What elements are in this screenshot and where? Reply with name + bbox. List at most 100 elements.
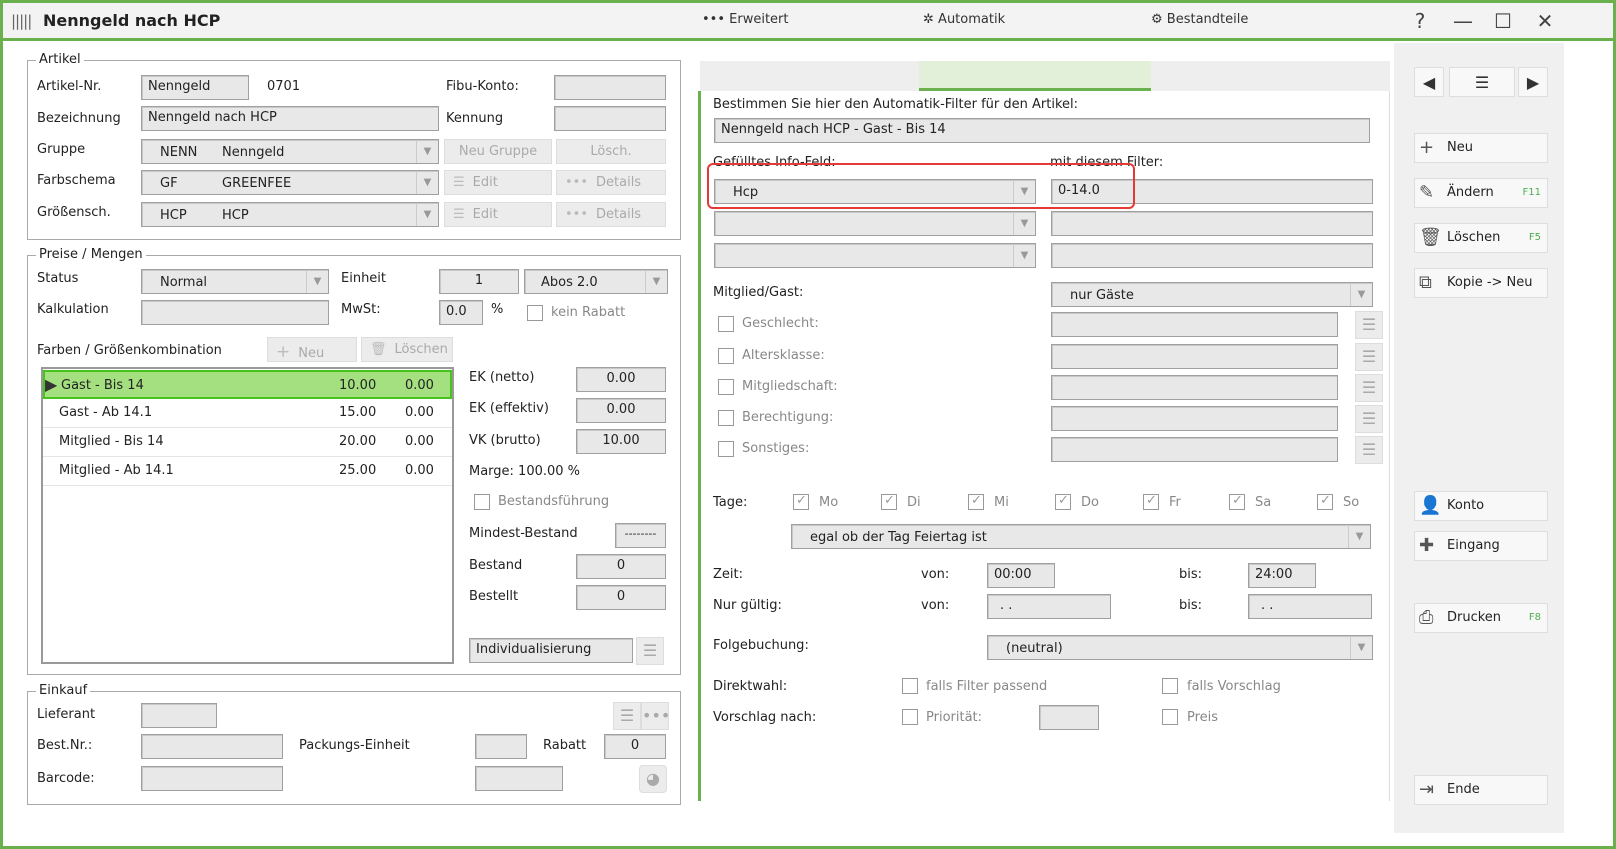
ende-button[interactable]: ⇥ Ende [1414, 775, 1548, 805]
loeschen-button[interactable]: 🗑 Löschen F5 [1414, 223, 1548, 253]
tab-bestandteile[interactable]: ⚙ Bestandteile [1151, 12, 1248, 27]
losch-button[interactable]: Lösch. [556, 139, 666, 164]
zeit-von-field[interactable]: 00:00 [987, 563, 1055, 588]
bestandsfuehrung-checkbox[interactable] [474, 494, 490, 510]
falls-vorschlag-checkbox[interactable] [1162, 678, 1178, 694]
altersklasse-field[interactable] [1051, 344, 1338, 369]
mitgliedschaft-field[interactable] [1051, 375, 1338, 400]
groessen-select[interactable]: HCP HCP ▼ [141, 202, 439, 227]
maximize-button[interactable]: ☐ [1488, 9, 1518, 33]
list-icon[interactable]: ☰ [1355, 374, 1383, 402]
list-icon[interactable]: ☰ [1355, 436, 1383, 464]
groessen-details-button[interactable]: ••• Details [556, 202, 666, 227]
konto-button[interactable]: 👤 Konto [1414, 491, 1548, 521]
geschlecht-checkbox[interactable] [718, 316, 734, 332]
fibu-field[interactable] [554, 75, 666, 100]
preis-checkbox[interactable] [1162, 709, 1178, 725]
altersklasse-checkbox[interactable] [718, 348, 734, 364]
day-fr-checkbox[interactable] [1143, 493, 1159, 510]
prev-record-button[interactable]: ◀ [1414, 67, 1444, 97]
sonstiges-checkbox[interactable] [718, 441, 734, 457]
folgebuchung-select[interactable]: (neutral) ▼ [987, 635, 1373, 660]
kombi-loeschen-button[interactable]: 🗑 Löschen [361, 337, 453, 362]
geschlecht-field[interactable] [1051, 312, 1338, 337]
vk-field[interactable]: 10.00 [576, 429, 666, 454]
tab-automatik[interactable]: ✲ Automatik [923, 12, 1005, 27]
list-icon[interactable]: ☰ [1355, 405, 1383, 433]
neu-gruppe-button[interactable]: Neu Gruppe [444, 139, 552, 164]
aendern-button[interactable]: ✎ Ändern F11 [1414, 178, 1548, 208]
bestellt-field[interactable]: 0 [576, 585, 666, 610]
list-item[interactable]: ▶ Gast - Bis 14 10.00 0.00 [43, 370, 452, 399]
list-icon[interactable]: ☰ [1355, 343, 1383, 371]
mitgliedschaft-checkbox[interactable] [718, 379, 734, 395]
bestand-field[interactable]: 0 [576, 554, 666, 579]
status-select[interactable]: Normal ▼ [141, 269, 329, 294]
tab-erweitert[interactable]: ••• Erweitert [702, 12, 789, 27]
sonstiges-field[interactable] [1051, 437, 1338, 462]
ek-eff-field[interactable]: 0.00 [576, 398, 666, 423]
ek-netto-field[interactable]: 0.00 [576, 367, 666, 392]
list-item[interactable]: Mitglied - Bis 14 20.00 0.00 [43, 428, 452, 457]
einheit-field[interactable]: 1 [439, 269, 519, 294]
gueltig-von-field[interactable]: . . [987, 594, 1111, 619]
day-sa-checkbox[interactable] [1229, 493, 1245, 510]
farb-edit-button[interactable]: ☰ Edit [444, 170, 552, 195]
info-feld-select-2[interactable]: ▼ [714, 211, 1036, 236]
kalkulation-field[interactable] [141, 300, 329, 325]
palette-icon[interactable]: ◕ [639, 765, 667, 793]
barcode-extra-field[interactable] [475, 766, 563, 791]
kein-rabatt-checkbox[interactable] [527, 305, 543, 321]
barcode-field[interactable] [141, 766, 283, 791]
bezeichnung-field[interactable]: Nenngeld nach HCP [141, 106, 439, 131]
next-record-button[interactable]: ▶ [1518, 67, 1548, 97]
list-icon[interactable]: ☰ [613, 702, 641, 730]
berechtigung-field[interactable] [1051, 406, 1338, 431]
automatik-name-field[interactable]: Nenngeld nach HCP - Gast - Bis 14 [714, 118, 1370, 143]
mindest-field[interactable]: -------- [615, 523, 666, 548]
dots-icon[interactable]: ••• [641, 702, 670, 730]
list-item[interactable]: Mitglied - Ab 14.1 25.00 0.00 [43, 457, 452, 486]
prioritaet-checkbox[interactable] [902, 709, 918, 725]
bestnr-field[interactable] [141, 734, 283, 759]
zeit-bis-field[interactable]: 24:00 [1248, 563, 1316, 588]
farbschema-select[interactable]: GF GREENFEE ▼ [141, 170, 439, 195]
individualisierung-field[interactable]: Individualisierung [469, 638, 633, 663]
filter-field-3[interactable] [1051, 243, 1373, 268]
berechtigung-checkbox[interactable] [718, 410, 734, 426]
rabatt-field[interactable]: 0 [604, 734, 666, 759]
prioritaet-field[interactable] [1039, 705, 1099, 730]
neu-button[interactable]: + Neu [1414, 133, 1548, 163]
day-do-checkbox[interactable] [1055, 493, 1071, 510]
groessen-edit-button[interactable]: ☰ Edit [444, 202, 552, 227]
farb-details-button[interactable]: ••• Details [556, 170, 666, 195]
kopie-button[interactable]: ⧉ Kopie -> Neu [1414, 268, 1548, 298]
day-mi-checkbox[interactable] [968, 493, 984, 510]
kennung-field[interactable] [554, 106, 666, 131]
kombi-neu-button[interactable]: + Neu [267, 337, 357, 362]
close-button[interactable]: ✕ [1530, 9, 1560, 33]
day-mo-checkbox[interactable] [793, 493, 809, 510]
lieferant-field[interactable] [141, 703, 217, 728]
day-di-checkbox[interactable] [881, 493, 897, 510]
list-icon[interactable]: ☰ [636, 637, 664, 665]
filter-field-2[interactable] [1051, 211, 1373, 236]
packungs-field[interactable] [475, 734, 527, 759]
list-view-button[interactable]: ☰ [1449, 67, 1515, 97]
day-so-checkbox[interactable] [1317, 493, 1333, 510]
gruppe-select[interactable]: NENN Nenngeld ▼ [141, 139, 439, 164]
falls-filter-checkbox[interactable] [902, 678, 918, 694]
info-feld-select-3[interactable]: ▼ [714, 243, 1036, 268]
gueltig-bis-field[interactable]: . . [1248, 594, 1372, 619]
minimize-button[interactable]: — [1448, 9, 1478, 33]
eingang-button[interactable]: ✚ Eingang [1414, 531, 1548, 561]
mitglied-gast-select[interactable]: nur Gäste ▼ [1051, 282, 1373, 307]
mwst-field[interactable]: 0.0 [439, 300, 483, 325]
list-icon[interactable]: ☰ [1355, 311, 1383, 339]
list-item[interactable]: Gast - Ab 14.1 15.00 0.00 [43, 399, 452, 428]
drucken-button[interactable]: ⎙ Drucken F8 [1414, 603, 1548, 633]
help-button[interactable]: ? [1405, 9, 1435, 33]
artikel-nr-field[interactable]: Nenngeld [141, 75, 249, 100]
feiertag-select[interactable]: egal ob der Tag Feiertag ist ▼ [791, 524, 1371, 549]
einheit-select[interactable]: Abos 2.0 ▼ [524, 269, 668, 294]
